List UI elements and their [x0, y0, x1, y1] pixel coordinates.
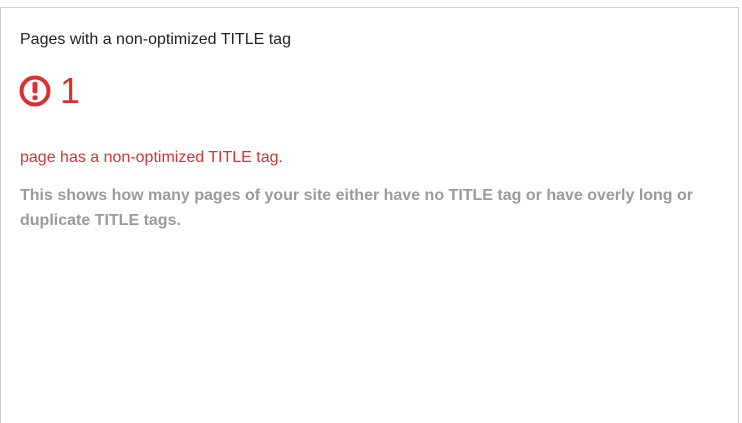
metric-row: 1 [18, 71, 80, 111]
metric-value: 1 [60, 70, 81, 111]
status-text: page has a non-optimized TITLE tag. [20, 149, 283, 166]
exclamation-circle-icon [19, 75, 51, 107]
title-tag-card: Pages with a non-optimized TITLE tag 1 p… [0, 7, 739, 423]
description-text: This shows how many pages of your site e… [20, 187, 694, 229]
card-title: Pages with a non-optimized TITLE tag [20, 31, 291, 48]
